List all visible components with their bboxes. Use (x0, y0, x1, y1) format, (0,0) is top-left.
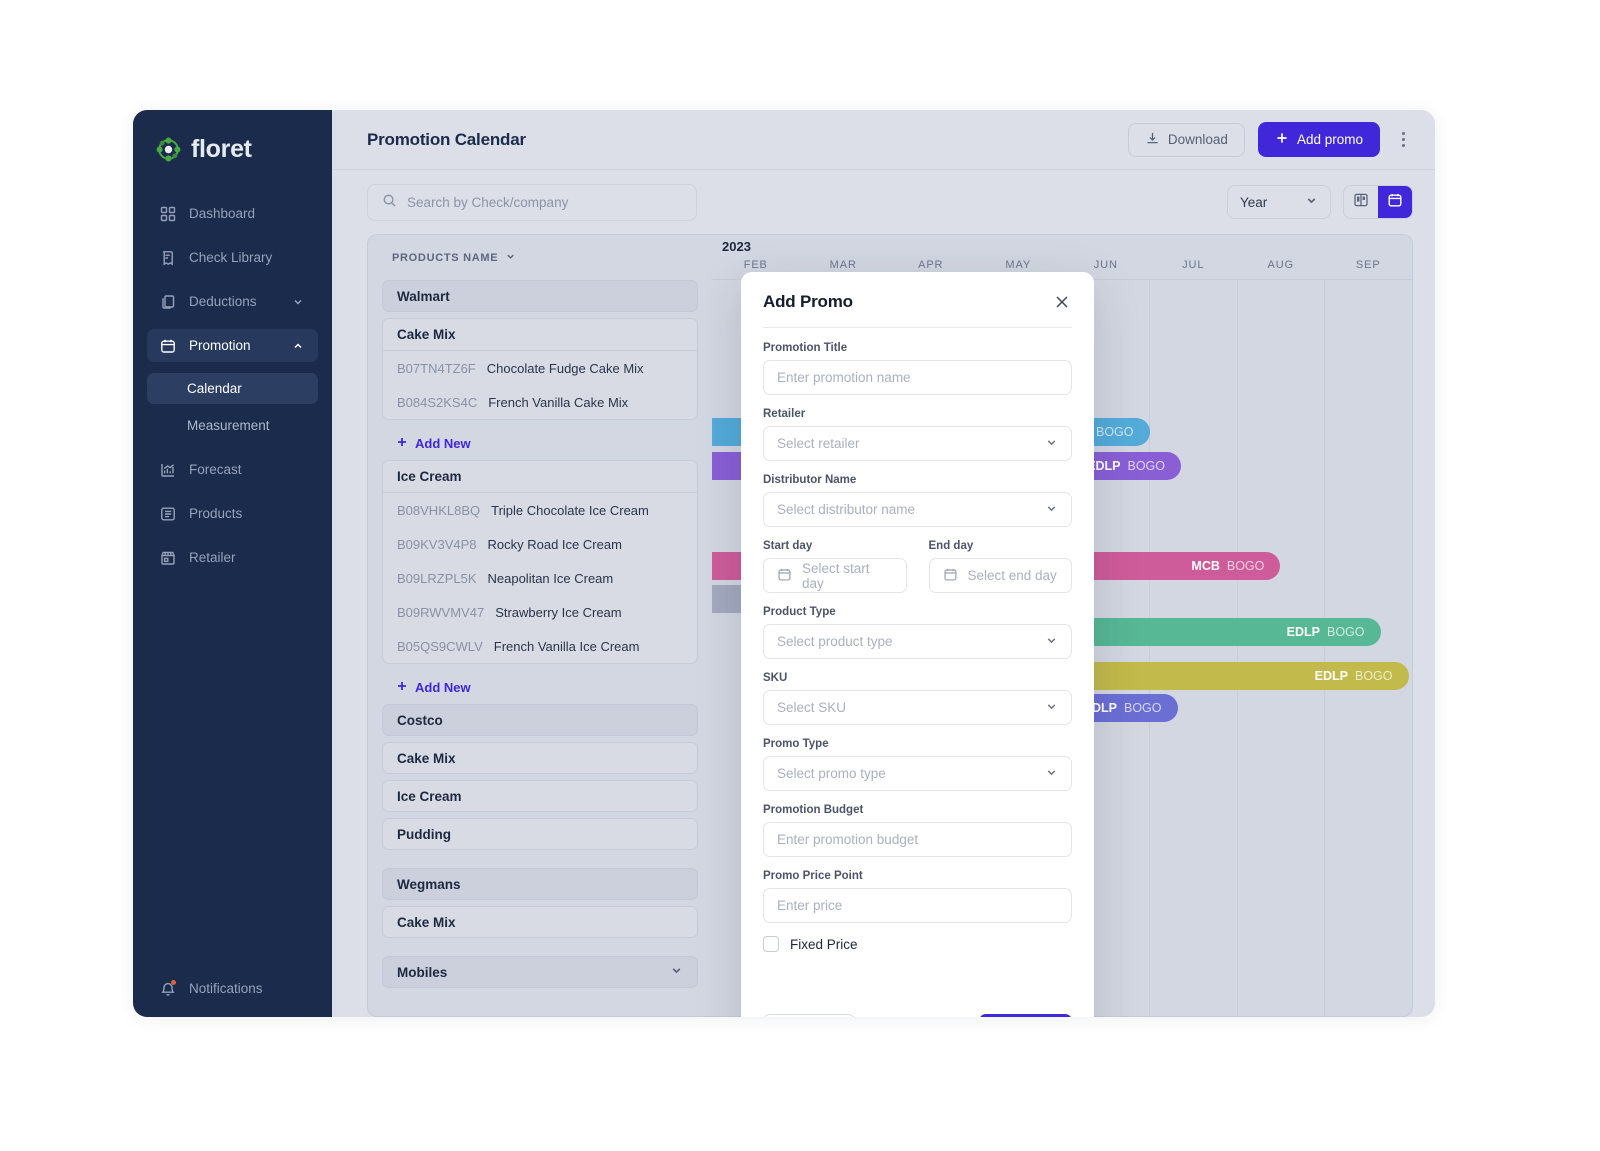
placeholder-text: Enter promotion name (777, 370, 911, 385)
modal-layer: Add Promo Promotion Title Enter promotio… (133, 110, 1435, 1017)
modal-form: Promotion Title Enter promotion name Ret… (741, 328, 1094, 992)
modal-footer: Cancel Create (741, 992, 1094, 1017)
promotion-budget-input[interactable]: Enter promotion budget (763, 822, 1072, 857)
fixed-price-checkbox[interactable] (763, 936, 779, 952)
placeholder-text: Enter promotion budget (777, 832, 919, 847)
field-product-type: Product Type Select product type (763, 606, 1072, 659)
placeholder-text: Select end day (967, 568, 1057, 583)
chevron-down-icon (1045, 634, 1058, 650)
retailer-select[interactable]: Select retailer (763, 426, 1072, 461)
chevron-down-icon (1045, 502, 1058, 518)
promo-price-input[interactable]: Enter price (763, 888, 1072, 923)
field-label: Start day (763, 540, 813, 552)
field-end-day: End day Select end day (928, 540, 1072, 593)
chevron-down-icon (1045, 766, 1058, 782)
field-distributor-name: Distributor Name Select distributor name (763, 474, 1072, 527)
end-day-input[interactable]: Select end day (928, 558, 1072, 593)
calendar-icon (777, 567, 792, 585)
placeholder-text: Select start day (802, 560, 870, 591)
field-label: Promotion Title (763, 342, 848, 354)
field-label: Retailer (763, 408, 806, 420)
placeholder-text: Select product type (777, 634, 893, 649)
field-label: Promo Type (763, 738, 829, 750)
fixed-price-label: Fixed Price (790, 936, 858, 952)
calendar-icon (943, 567, 958, 585)
placeholder-text: Enter price (777, 898, 843, 913)
modal-header: Add Promo (741, 272, 1094, 312)
placeholder-text: Select SKU (777, 700, 847, 715)
field-promo-type: Promo Type Select promo type (763, 738, 1072, 791)
distributor-select[interactable]: Select distributor name (763, 492, 1072, 527)
field-start-day: Start day Select start day (763, 540, 907, 593)
product-type-select[interactable]: Select product type (763, 624, 1072, 659)
add-promo-modal: Add Promo Promotion Title Enter promotio… (741, 272, 1094, 1017)
placeholder-text: Select retailer (777, 436, 860, 451)
field-label: Promotion Budget (763, 804, 864, 816)
chevron-down-icon (1045, 436, 1058, 452)
placeholder-text: Select distributor name (777, 502, 916, 517)
field-sku: SKU Select SKU (763, 672, 1072, 725)
sku-select[interactable]: Select SKU (763, 690, 1072, 725)
modal-title: Add Promo (763, 292, 853, 311)
field-label: End day (928, 540, 974, 552)
fixed-price-checkbox-row[interactable]: Fixed Price (763, 936, 1072, 952)
promotion-title-input[interactable]: Enter promotion name (763, 360, 1072, 395)
close-icon[interactable] (1052, 292, 1072, 312)
chevron-down-icon (1045, 700, 1058, 716)
field-promo-price-point: Promo Price Point Enter price (763, 870, 1072, 923)
field-label: Promo Price Point (763, 870, 863, 882)
placeholder-text: Select promo type (777, 766, 886, 781)
promo-type-select[interactable]: Select promo type (763, 756, 1072, 791)
app-window: floret Dashboard Check Library Deduction… (133, 110, 1435, 1017)
field-label: Product Type (763, 606, 836, 618)
cancel-button[interactable]: Cancel (763, 1014, 856, 1017)
field-label: SKU (763, 672, 788, 684)
create-button[interactable]: Create (979, 1014, 1072, 1017)
field-label: Distributor Name (763, 474, 857, 486)
field-promotion-budget: Promotion Budget Enter promotion budget (763, 804, 1072, 857)
field-retailer: Retailer Select retailer (763, 408, 1072, 461)
field-promotion-title: Promotion Title Enter promotion name (763, 342, 1072, 395)
screen-root: floret Dashboard Check Library Deduction… (0, 0, 1600, 1151)
date-range-row: Start day Select start day End day Selec… (763, 540, 1072, 606)
start-day-input[interactable]: Select start day (763, 558, 907, 593)
